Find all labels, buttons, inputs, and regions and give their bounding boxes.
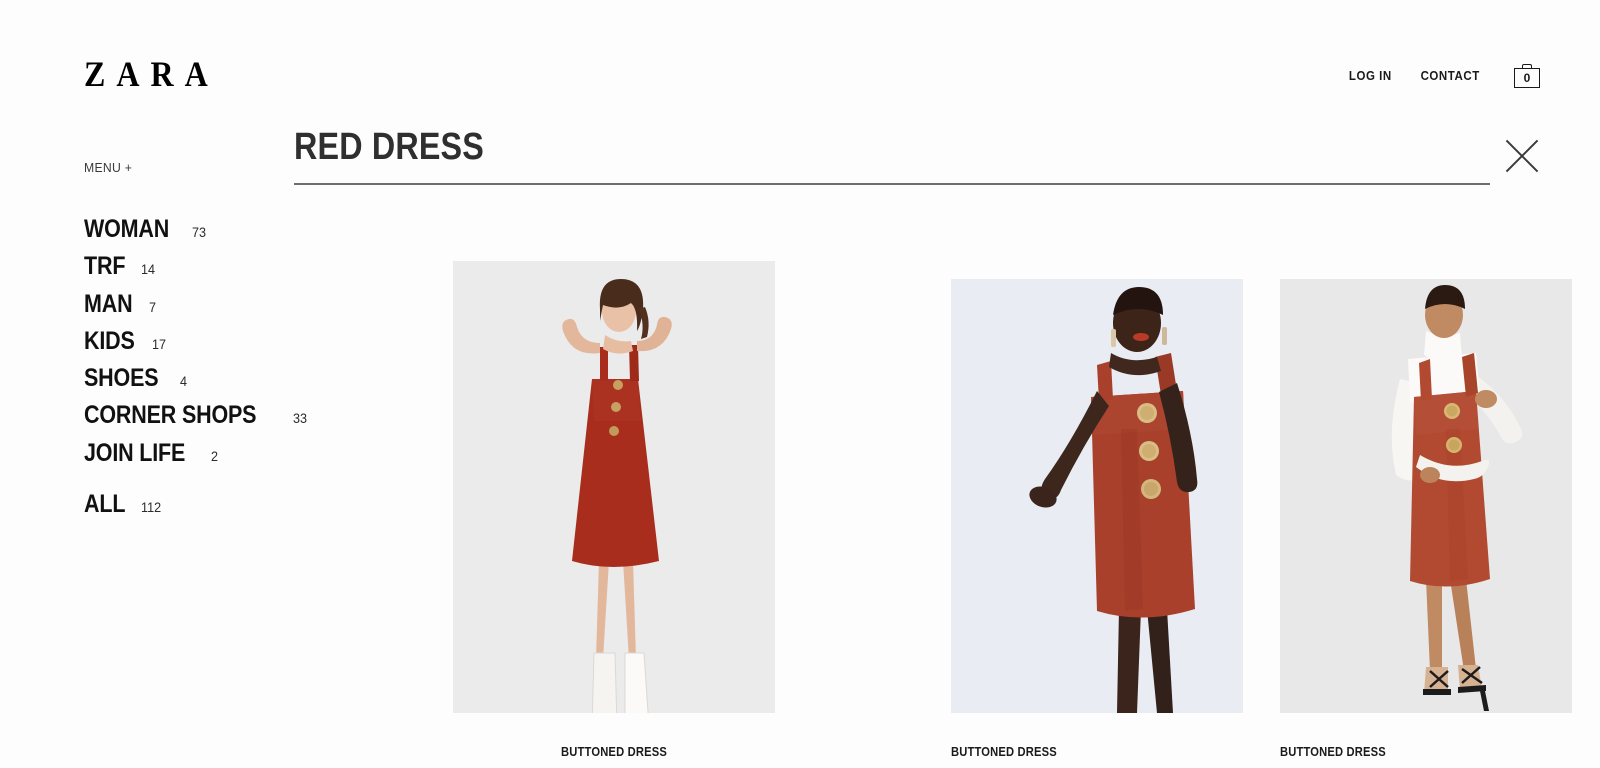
model-figure-illustration: [1280, 279, 1572, 713]
category-count: 17: [151, 335, 166, 352]
close-x-icon[interactable]: [1500, 134, 1544, 178]
category-count: 4: [179, 373, 187, 389]
product-image[interactable]: [1280, 279, 1572, 713]
category-label: WOMAN: [84, 215, 170, 243]
category-count: 7: [149, 298, 157, 315]
shopping-bag-icon[interactable]: 0: [1514, 64, 1540, 88]
shopping-bag-count: 0: [1523, 71, 1531, 85]
product-caption: BUTTONED DRESS: [561, 744, 667, 759]
sidebar: MENU + WOMAN 73 TRF 14 MAN 7 KIDS 17 SHO…: [84, 160, 374, 525]
contact-link[interactable]: CONTACT: [1420, 69, 1479, 83]
category-count: 14: [141, 261, 156, 278]
product-card[interactable]: BUTTONED DRESS: [1280, 279, 1572, 759]
category-label: TRF: [84, 252, 126, 281]
category-count: 112: [141, 498, 162, 515]
sidebar-item-man[interactable]: MAN 7: [84, 288, 374, 321]
product-image[interactable]: [453, 261, 775, 713]
sidebar-item-shoes[interactable]: SHOES 4: [84, 362, 374, 395]
product-caption: BUTTONED DRESS: [1280, 744, 1386, 759]
log-in-link[interactable]: LOG IN: [1349, 69, 1392, 83]
sidebar-item-join-life[interactable]: JOIN LIFE 2: [84, 437, 374, 470]
category-count: 33: [293, 410, 308, 427]
category-label: CORNER SHOPS: [84, 401, 257, 430]
zara-product-listing-page: ZARA LOG IN CONTACT 0 MENU + WOMAN 73 TR…: [0, 0, 1600, 768]
category-label: ALL: [84, 489, 126, 518]
category-label: JOIN LIFE: [84, 438, 186, 467]
title-divider: [294, 182, 1490, 185]
sidebar-item-corner-shops[interactable]: CORNER SHOPS 33: [84, 399, 374, 432]
category-count: 73: [191, 224, 207, 240]
top-navigation: LOG IN CONTACT 0: [1347, 64, 1540, 88]
sidebar-item-kids[interactable]: KIDS 17: [84, 325, 374, 358]
sidebar-item-woman[interactable]: WOMAN 73: [84, 213, 374, 246]
category-label: SHOES: [84, 364, 159, 392]
category-label: MAN: [84, 289, 133, 318]
product-caption: BUTTONED DRESS: [951, 744, 1057, 759]
shopping-bag-body: 0: [1514, 68, 1540, 88]
title-block: RED DRESS: [294, 126, 1490, 185]
category-list: WOMAN 73 TRF 14 MAN 7 KIDS 17 SHOES 4 CO…: [84, 213, 374, 521]
product-card[interactable]: BUTTONED DRESS: [951, 279, 1243, 759]
product-card[interactable]: BUTTONED DRESS: [453, 261, 775, 759]
model-figure-illustration: [453, 261, 775, 713]
category-count: 2: [210, 447, 218, 464]
zara-wordmark-logo[interactable]: ZARA: [84, 56, 219, 92]
sidebar-item-all[interactable]: ALL 112: [84, 488, 374, 521]
sidebar-item-trf[interactable]: TRF 14: [84, 250, 374, 283]
page-title: RED DRESS: [294, 126, 484, 168]
model-figure-illustration: [951, 279, 1243, 713]
category-label: KIDS: [84, 326, 135, 355]
product-image[interactable]: [951, 279, 1243, 713]
